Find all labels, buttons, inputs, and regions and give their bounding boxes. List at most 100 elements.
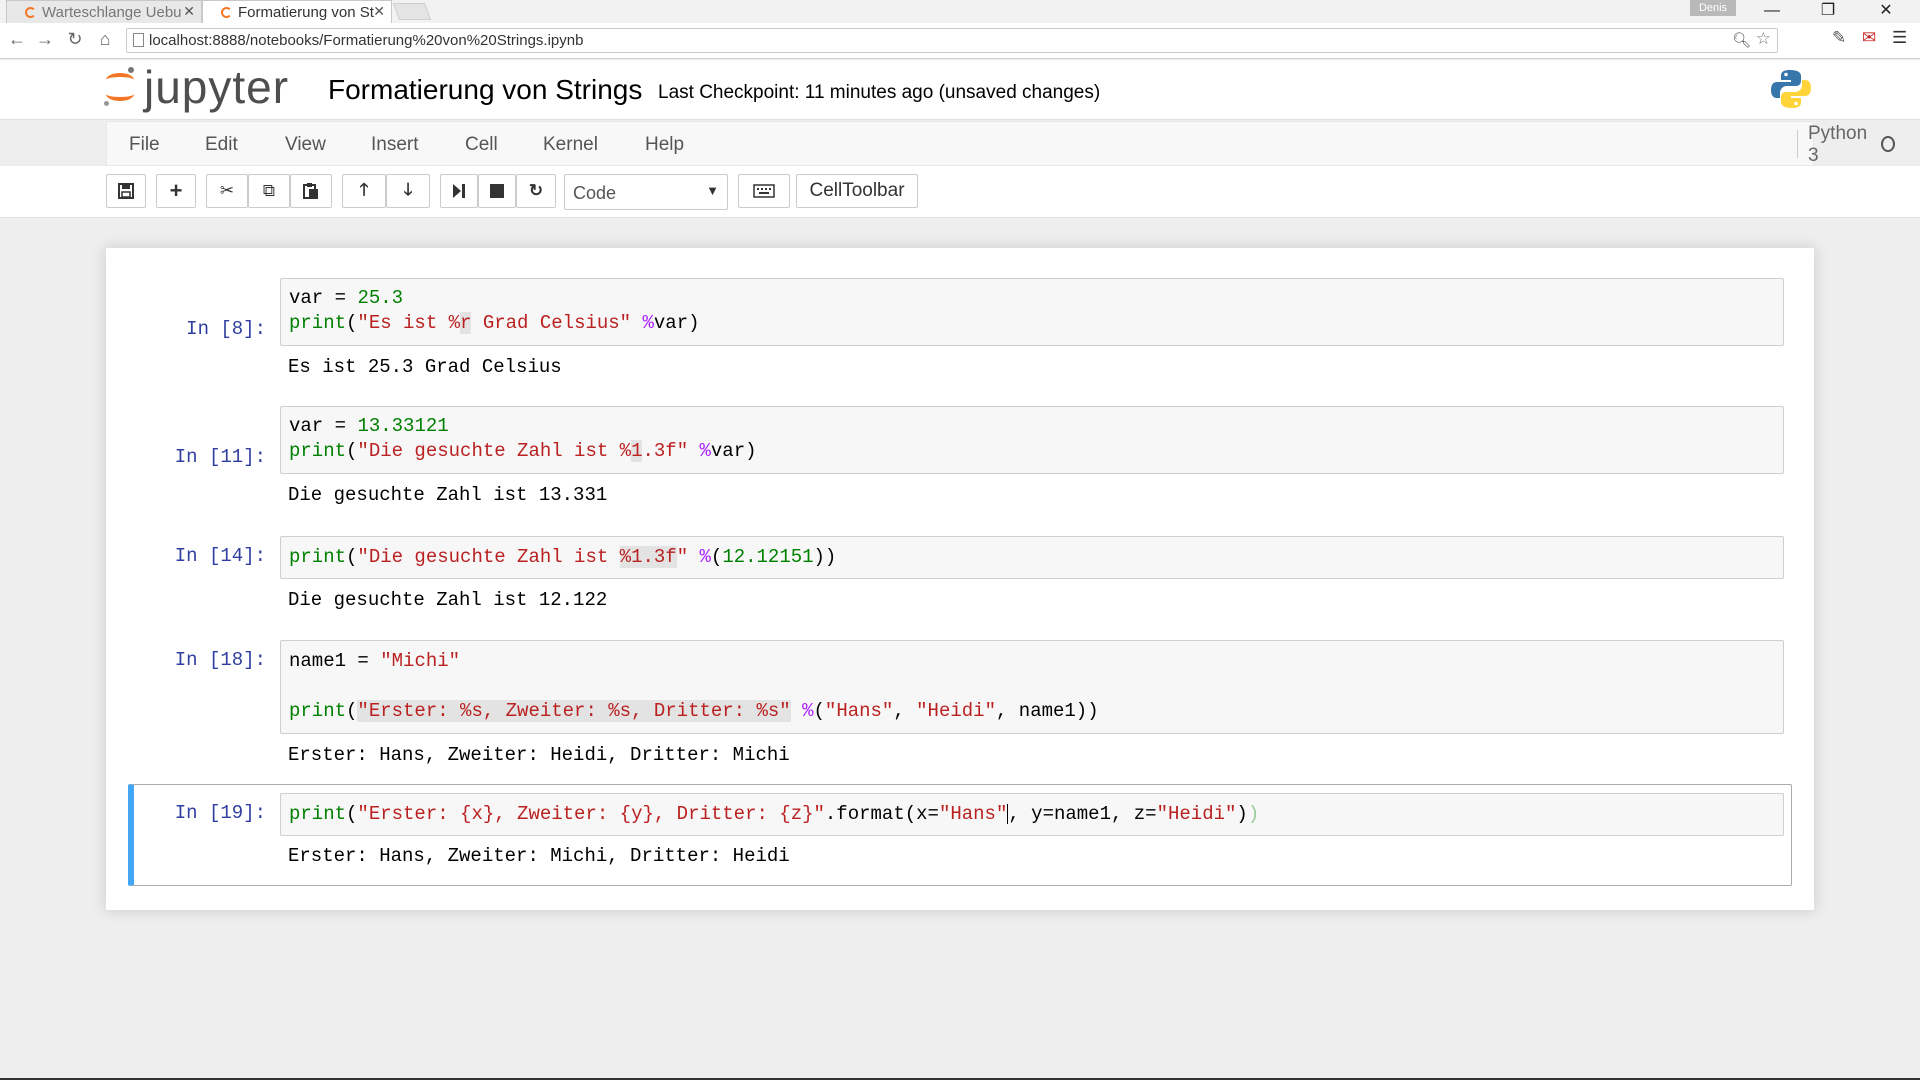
interrupt-button[interactable]	[478, 174, 516, 208]
browser-menu-icon[interactable]: ☰	[1892, 28, 1907, 48]
input-prompt: In [19]:	[174, 802, 266, 824]
browser-tab-2[interactable]: Formatierung von St ✕	[202, 0, 392, 23]
cell-type-select[interactable]: Code ▼	[564, 174, 728, 210]
code-line: var = 13.33121	[289, 415, 449, 437]
code-cell[interactable]: In [14]: print("Die gesuchte Zahl ist %1…	[128, 536, 1784, 614]
copy-button[interactable]: ⧉	[248, 174, 290, 208]
code-input[interactable]: print("Die gesuchte Zahl ist %1.3f" %(12…	[280, 536, 1784, 579]
browser-tabstrip: Warteschlange Uebu ✕ Formatierung von St…	[0, 0, 1920, 23]
code-input[interactable]: var = 25.3 print("Es ist %r Grad Celsius…	[280, 278, 1784, 346]
input-prompt: In [18]:	[174, 649, 266, 671]
url-input[interactable]: localhost:8888/notebooks/Formatierung%20…	[126, 28, 1778, 53]
code-input[interactable]: print("Erster: {x}, Zweiter: {y}, Dritte…	[280, 793, 1784, 836]
profile-button[interactable]: Denis	[1690, 0, 1736, 16]
code-input[interactable]: name1 = "Michi" print("Erster: %s, Zweit…	[280, 640, 1784, 734]
code-line: var = 25.3	[289, 287, 404, 309]
keyboard-icon	[753, 184, 775, 198]
input-prompt: In [8]:	[186, 318, 266, 340]
jupyter-favicon-icon	[221, 6, 232, 18]
scissors-icon: ✂	[219, 181, 235, 200]
paste-icon	[303, 183, 318, 199]
extension-pen-icon[interactable]: ✎	[1832, 28, 1846, 48]
arrow-up-icon: 🡑	[359, 179, 369, 199]
tab-close-icon[interactable]: ✕	[373, 3, 385, 20]
copy-icon: ⧉	[262, 181, 276, 200]
page-icon	[133, 33, 144, 47]
menu-edit[interactable]: Edit	[205, 134, 238, 156]
cell-type-value: Code	[573, 183, 617, 203]
move-down-button[interactable]: 🡓	[386, 174, 430, 208]
zoom-icon[interactable]: 🔍︎	[1732, 31, 1751, 49]
code-cell[interactable]: In [18]: name1 = "Michi" print("Erster: …	[128, 640, 1784, 766]
celltoolbar-button[interactable]: CellToolbar	[796, 174, 918, 208]
restart-button[interactable]: ↻	[516, 174, 556, 208]
new-tab-button[interactable]	[392, 3, 432, 20]
menubar: File Edit View Insert Cell Kernel Help P…	[106, 121, 1896, 166]
stop-icon	[490, 184, 504, 198]
reload-icon[interactable]: ↻	[64, 29, 86, 50]
bookmark-star-icon[interactable]: ☆	[1756, 29, 1771, 49]
python-logo-icon	[1771, 70, 1811, 108]
home-icon[interactable]: ⌂	[94, 29, 116, 50]
close-window-icon[interactable]: ✕	[1866, 0, 1906, 23]
jupyter-header: jupyter Formatierung von Strings Last Ch…	[0, 60, 1920, 120]
move-up-button[interactable]: 🡑	[342, 174, 386, 208]
input-prompt: In [11]:	[174, 446, 266, 468]
kernel-indicator: Python 3	[1797, 123, 1896, 166]
extension-mail-icon[interactable]: ✉	[1862, 28, 1876, 48]
code-line: print("Es ist %r Grad Celsius" %var)	[289, 312, 700, 334]
cut-button[interactable]: ✂	[206, 174, 248, 208]
code-cell-selected[interactable]: In [19]: print("Erster: {x}, Zweiter: {y…	[128, 784, 1792, 886]
refresh-icon: ↻	[528, 181, 544, 200]
chevron-down-icon: ▼	[706, 183, 719, 198]
tab-title: Warteschlange Uebu	[42, 3, 182, 21]
code-line: name1 = "Michi"	[289, 650, 461, 672]
forward-icon[interactable]: →	[34, 29, 56, 50]
code-cell[interactable]: In [11]: var = 13.33121 print("Die gesuc…	[128, 406, 1784, 506]
plus-icon: +	[169, 178, 183, 203]
kernel-status-icon	[1881, 136, 1896, 152]
cell-output: Es ist 25.3 Grad Celsius	[288, 356, 562, 378]
browser-tab-1[interactable]: Warteschlange Uebu ✕	[6, 0, 202, 23]
jupyter-logo-icon	[104, 67, 134, 107]
restore-icon[interactable]: ❐	[1808, 0, 1848, 23]
address-bar: ← → ↻ ⌂ localhost:8888/notebooks/Formati…	[0, 23, 1920, 59]
jupyter-logo[interactable]: jupyter	[104, 62, 289, 112]
cell-output: Die gesuchte Zahl ist 13.331	[288, 484, 608, 506]
step-forward-icon	[453, 184, 465, 198]
url-text: localhost:8888/notebooks/Formatierung%20…	[149, 32, 584, 49]
logo-text: jupyter	[144, 61, 290, 113]
menu-cell[interactable]: Cell	[465, 134, 498, 156]
tab-close-icon[interactable]: ✕	[183, 3, 195, 20]
insert-cell-button[interactable]: +	[156, 174, 196, 208]
arrow-down-icon: 🡓	[403, 179, 413, 199]
minimize-icon[interactable]: —	[1752, 0, 1792, 23]
toolbar: + ✂ ⧉ 🡑 🡓 ↻ Code ▼ CellToolbar	[0, 166, 1920, 218]
code-line: print("Die gesuchte Zahl ist %1.3f" %var…	[289, 440, 757, 462]
cell-output: Erster: Hans, Zweiter: Heidi, Dritter: M…	[288, 744, 790, 766]
menu-file[interactable]: File	[129, 134, 160, 156]
run-button[interactable]	[440, 174, 478, 208]
code-line: print("Erster: {x}, Zweiter: {y}, Dritte…	[289, 803, 1260, 825]
kernel-name: Python 3	[1808, 122, 1868, 166]
tab-title: Formatierung von St	[238, 3, 374, 21]
input-prompt: In [14]:	[174, 545, 266, 567]
menu-view[interactable]: View	[285, 134, 326, 156]
jupyter-favicon-icon	[25, 6, 36, 18]
command-palette-button[interactable]	[738, 174, 790, 208]
code-cell[interactable]: In [8]: var = 25.3 print("Es ist %r Grad…	[128, 278, 1784, 378]
save-button[interactable]	[106, 174, 146, 208]
paste-button[interactable]	[290, 174, 332, 208]
code-line: print("Die gesuchte Zahl ist %1.3f" %(12…	[289, 546, 837, 568]
notebook-title[interactable]: Formatierung von Strings	[328, 74, 642, 106]
menu-insert[interactable]: Insert	[371, 134, 419, 156]
code-line: print("Erster: %s, Zweiter: %s, Dritter:…	[289, 700, 1099, 722]
save-icon	[118, 183, 134, 199]
checkpoint-status: Last Checkpoint: 11 minutes ago (unsaved…	[658, 82, 1101, 103]
back-icon[interactable]: ←	[6, 29, 28, 50]
code-input[interactable]: var = 13.33121 print("Die gesuchte Zahl …	[280, 406, 1784, 474]
menu-help[interactable]: Help	[645, 134, 684, 156]
menu-kernel[interactable]: Kernel	[543, 134, 598, 156]
cell-output: Die gesuchte Zahl ist 12.122	[288, 589, 608, 611]
